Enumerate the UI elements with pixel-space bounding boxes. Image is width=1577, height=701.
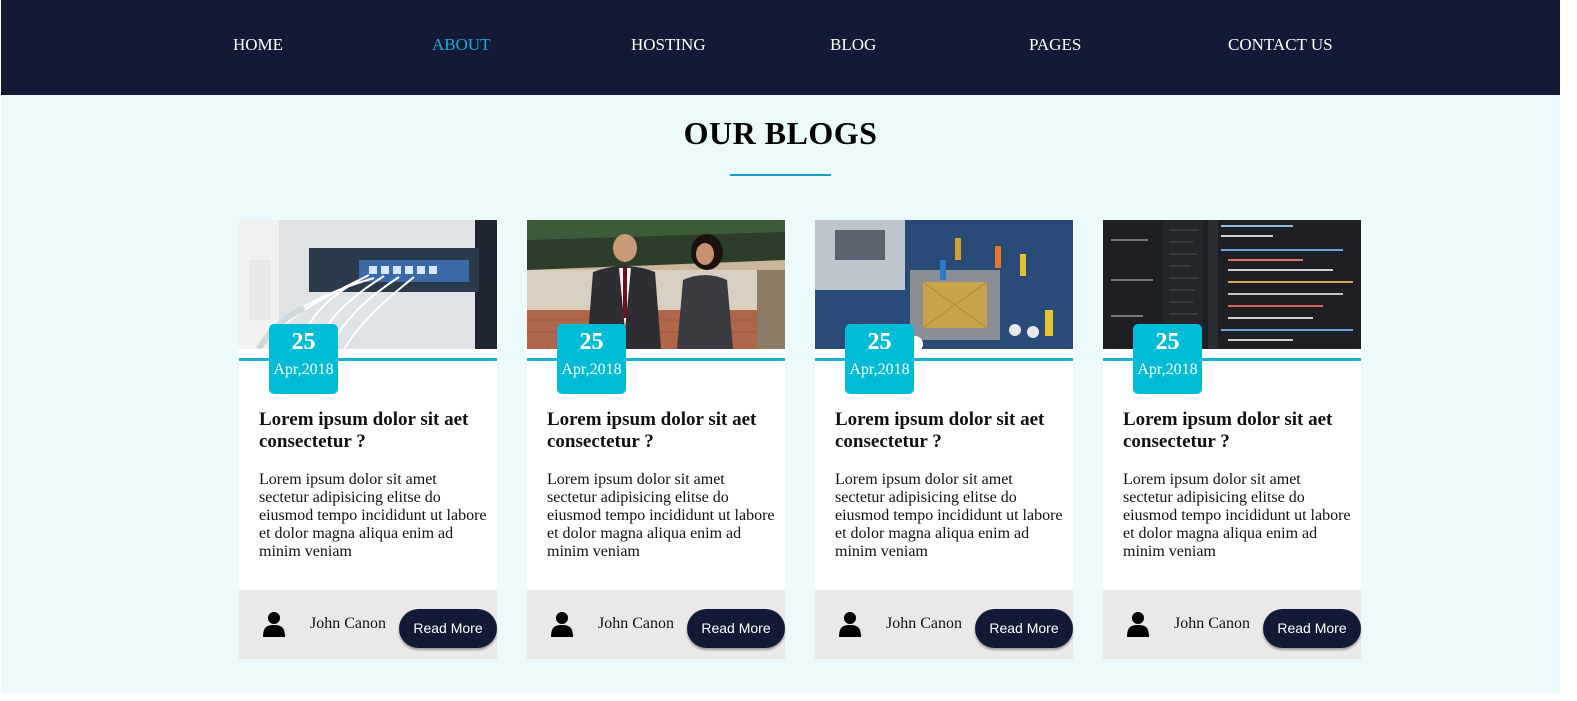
blog-card-title[interactable]: Lorem ipsum dolor sit aet consectetur ?: [547, 409, 772, 453]
top-navbar: HOME ABOUT HOSTING BLOG PAGES CONTACT US: [1, 0, 1560, 95]
blogs-section: OUR BLOGS 25 Apr,2018 Lorem ipsum dolor …: [1, 95, 1560, 693]
date-month: Apr,2018: [849, 361, 910, 378]
read-more-button[interactable]: Read More: [975, 609, 1073, 648]
section-title: OUR BLOGS: [683, 115, 878, 151]
author-name: John Canon: [886, 615, 962, 632]
user-icon: [551, 612, 573, 637]
blog-card: 25 Apr,2018 Lorem ipsum dolor sit aet co…: [1103, 220, 1361, 659]
blog-card-excerpt: Lorem ipsum dolor sit amet sectetur adip…: [1123, 471, 1351, 560]
nav-hosting[interactable]: HOSTING: [631, 34, 706, 56]
date-month: Apr,2018: [561, 361, 622, 378]
blog-card-title[interactable]: Lorem ipsum dolor sit aet consectetur ?: [259, 409, 484, 453]
blog-card-excerpt: Lorem ipsum dolor sit amet sectetur adip…: [547, 471, 775, 560]
blog-card-excerpt: Lorem ipsum dolor sit amet sectetur adip…: [259, 471, 487, 560]
date-badge: 25 Apr,2018: [557, 324, 626, 394]
date-day: 25: [1155, 329, 1180, 355]
blog-card-footer: John Canon Read More: [1103, 590, 1361, 659]
blog-card-footer: John Canon Read More: [239, 590, 497, 659]
title-underline: [730, 174, 831, 176]
read-more-button[interactable]: Read More: [399, 609, 497, 648]
blog-card: 25 Apr,2018 Lorem ipsum dolor sit aet co…: [815, 220, 1073, 659]
nav-blog[interactable]: BLOG: [830, 34, 876, 56]
date-month: Apr,2018: [1137, 361, 1198, 378]
date-badge: 25 Apr,2018: [1133, 324, 1202, 394]
read-more-button[interactable]: Read More: [1263, 609, 1361, 648]
date-day: 25: [867, 329, 892, 355]
author-name: John Canon: [310, 615, 386, 632]
blog-card: 25 Apr,2018 Lorem ipsum dolor sit aet co…: [527, 220, 785, 659]
blog-card-title[interactable]: Lorem ipsum dolor sit aet consectetur ?: [1123, 409, 1348, 453]
blog-card-excerpt: Lorem ipsum dolor sit amet sectetur adip…: [835, 471, 1063, 560]
user-icon: [839, 612, 861, 637]
date-month: Apr,2018: [273, 361, 334, 378]
blog-card-title[interactable]: Lorem ipsum dolor sit aet consectetur ?: [835, 409, 1060, 453]
author-name: John Canon: [598, 615, 674, 632]
author-name: John Canon: [1174, 615, 1250, 632]
date-day: 25: [291, 329, 316, 355]
read-more-button[interactable]: Read More: [687, 609, 785, 648]
date-badge: 25 Apr,2018: [269, 324, 338, 394]
user-icon: [263, 612, 285, 637]
date-badge: 25 Apr,2018: [845, 324, 914, 394]
blog-card-footer: John Canon Read More: [815, 590, 1073, 659]
date-day: 25: [579, 329, 604, 355]
nav-pages[interactable]: PAGES: [1029, 34, 1081, 56]
blog-card: 25 Apr,2018 Lorem ipsum dolor sit aet co…: [239, 220, 497, 659]
nav-home[interactable]: HOME: [233, 34, 283, 56]
nav-about[interactable]: ABOUT: [432, 34, 491, 56]
nav-contact-us[interactable]: CONTACT US: [1228, 34, 1333, 56]
blog-card-footer: John Canon Read More: [527, 590, 785, 659]
user-icon: [1127, 612, 1149, 637]
